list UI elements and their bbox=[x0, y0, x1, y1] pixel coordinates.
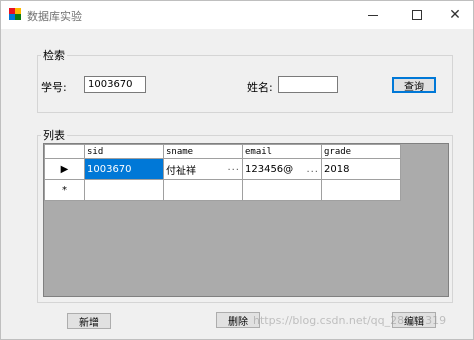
cell-email[interactable] bbox=[242, 179, 322, 201]
new-row-indicator-icon[interactable]: * bbox=[44, 179, 85, 201]
student-id-label: 学号: bbox=[41, 81, 67, 94]
minimize-button[interactable] bbox=[355, 1, 391, 29]
cell-email[interactable]: 123456@ ... bbox=[242, 158, 322, 180]
main-window: 数据库实验 ✕ 检索 学号: 1003670 姓名: 查询 列表 sid sna… bbox=[0, 0, 474, 340]
column-header-grade[interactable]: grade bbox=[321, 144, 401, 159]
close-icon: ✕ bbox=[449, 7, 461, 23]
query-button[interactable]: 查询 bbox=[392, 77, 436, 93]
data-grid-table: sid sname email grade ▶ 1003670 付祉祥 ... … bbox=[44, 144, 401, 201]
cell-sname-text: 付祉祥 bbox=[166, 165, 196, 177]
watermark: https://blog.csdn.net/qq_28115319 bbox=[253, 314, 447, 327]
table-row[interactable]: ▶ 1003670 付祉祥 ... 123456@ ... 2018 bbox=[44, 158, 401, 180]
student-id-input[interactable]: 1003670 bbox=[84, 76, 146, 93]
current-row-indicator-icon[interactable]: ▶ bbox=[44, 158, 85, 180]
grid-corner-header[interactable] bbox=[44, 144, 85, 159]
app-icon bbox=[9, 8, 21, 20]
name-input[interactable] bbox=[278, 76, 338, 93]
cell-sid[interactable]: 1003670 bbox=[84, 158, 164, 180]
search-group-label: 检索 bbox=[41, 47, 67, 63]
cell-sname[interactable] bbox=[163, 179, 243, 201]
column-header-email[interactable]: email bbox=[242, 144, 322, 159]
window-title: 数据库实验 bbox=[27, 10, 82, 23]
name-label: 姓名: bbox=[247, 81, 273, 94]
add-button[interactable]: 新增 bbox=[67, 313, 111, 329]
new-row[interactable]: * bbox=[44, 179, 401, 201]
cell-ellipsis: ... bbox=[306, 163, 319, 175]
close-button[interactable]: ✕ bbox=[437, 1, 473, 29]
cell-grade[interactable]: 2018 bbox=[321, 158, 401, 180]
maximize-icon bbox=[412, 10, 422, 20]
cell-email-text: 123456@ bbox=[245, 163, 294, 175]
grid-header-row: sid sname email grade bbox=[44, 144, 401, 159]
cell-sid[interactable] bbox=[84, 179, 164, 201]
cell-grade[interactable] bbox=[321, 179, 401, 201]
cell-sname[interactable]: 付祉祥 ... bbox=[163, 158, 243, 180]
minimize-icon bbox=[368, 14, 378, 16]
data-grid[interactable]: sid sname email grade ▶ 1003670 付祉祥 ... … bbox=[43, 143, 449, 297]
column-header-sid[interactable]: sid bbox=[84, 144, 164, 159]
maximize-button[interactable] bbox=[399, 1, 435, 29]
title-bar[interactable]: 数据库实验 ✕ bbox=[1, 1, 473, 29]
column-header-sname[interactable]: sname bbox=[163, 144, 243, 159]
cell-ellipsis: ... bbox=[227, 161, 240, 173]
list-group-label: 列表 bbox=[41, 127, 67, 143]
